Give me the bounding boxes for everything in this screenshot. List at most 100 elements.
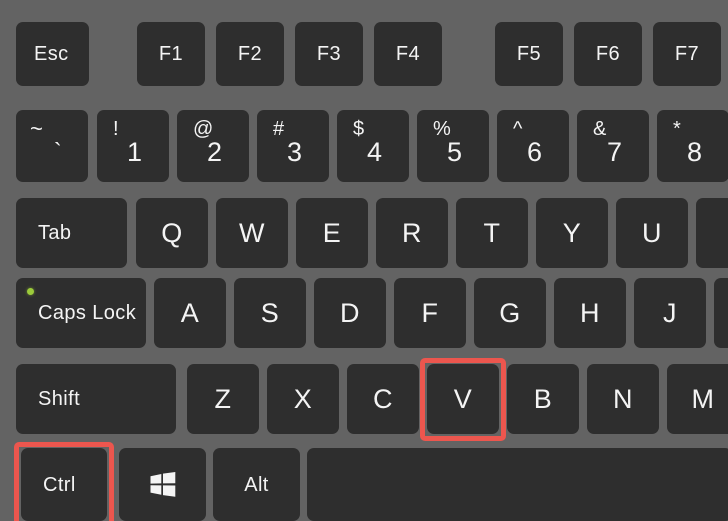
key-8-lower: 8: [687, 137, 703, 167]
key-f1-label: F1: [158, 43, 184, 65]
key-d-label: D: [340, 297, 360, 328]
key-alt[interactable]: Alt: [213, 448, 300, 521]
key-d[interactable]: D: [314, 278, 386, 348]
key-w[interactable]: W: [216, 198, 288, 268]
key-g-label: G: [499, 297, 521, 328]
key-6-upper: ^: [513, 118, 523, 140]
key-a-label: A: [180, 297, 200, 328]
key-z-label: Z: [214, 383, 232, 414]
key-backtick[interactable]: ~ `: [16, 110, 88, 182]
key-v[interactable]: V: [427, 364, 499, 434]
key-t-label: T: [483, 217, 501, 248]
key-n-label: N: [613, 383, 633, 414]
key-6-lower: 6: [527, 137, 543, 167]
key-c[interactable]: C: [347, 364, 419, 434]
key-r-label: R: [402, 217, 422, 248]
key-tab[interactable]: Tab: [16, 198, 127, 268]
key-b-label: B: [533, 383, 553, 414]
key-shift[interactable]: Shift: [16, 364, 176, 434]
key-j-label: J: [663, 297, 677, 328]
key-caps-lock-label: Caps Lock: [38, 302, 137, 324]
key-ctrl[interactable]: Ctrl: [21, 448, 107, 521]
key-6[interactable]: ^ 6: [497, 110, 569, 182]
key-h-label: H: [580, 297, 600, 328]
key-h[interactable]: H: [554, 278, 626, 348]
key-8[interactable]: * 8: [657, 110, 728, 182]
key-f7[interactable]: F7: [653, 22, 721, 86]
key-f2-label: F2: [237, 43, 263, 65]
key-3-lower: 3: [287, 137, 303, 167]
key-b[interactable]: B: [507, 364, 579, 434]
key-3[interactable]: # 3: [257, 110, 329, 182]
key-esc[interactable]: Esc: [16, 22, 89, 86]
key-w-label: W: [239, 217, 265, 248]
key-x-label: X: [293, 383, 313, 414]
key-x[interactable]: X: [267, 364, 339, 434]
key-s[interactable]: S: [234, 278, 306, 348]
key-2[interactable]: @ 2: [177, 110, 249, 182]
key-f4[interactable]: F4: [374, 22, 442, 86]
caps-lock-led-indicator: [27, 288, 34, 295]
key-v-label: V: [453, 383, 473, 414]
key-2-upper: @: [193, 118, 214, 140]
key-7[interactable]: & 7: [577, 110, 649, 182]
key-r[interactable]: R: [376, 198, 448, 268]
key-4-upper: $: [353, 118, 365, 140]
key-e[interactable]: E: [296, 198, 368, 268]
key-3-upper: #: [273, 118, 285, 140]
key-5-lower: 5: [447, 137, 463, 167]
key-y-label: Y: [562, 217, 582, 248]
key-5[interactable]: % 5: [417, 110, 489, 182]
key-tab-label: Tab: [38, 222, 72, 244]
key-ctrl-label: Ctrl: [43, 473, 76, 496]
key-u-label: U: [642, 217, 662, 248]
key-s-label: S: [260, 297, 280, 328]
key-7-lower: 7: [607, 137, 623, 167]
key-f6[interactable]: F6: [574, 22, 642, 86]
key-q-label: Q: [161, 217, 183, 248]
key-f[interactable]: F: [394, 278, 466, 348]
key-2-lower: 2: [207, 137, 223, 167]
key-y[interactable]: Y: [536, 198, 608, 268]
key-f7-label: F7: [674, 43, 700, 65]
key-f5[interactable]: F5: [495, 22, 563, 86]
key-backtick-upper: ~: [30, 116, 43, 141]
key-f-label: F: [421, 297, 439, 328]
key-f3-label: F3: [316, 43, 342, 65]
key-t[interactable]: T: [456, 198, 528, 268]
key-f1[interactable]: F1: [137, 22, 205, 86]
key-f6-label: F6: [595, 43, 621, 65]
key-c-label: C: [373, 383, 393, 414]
key-caps-lock[interactable]: Caps Lock: [16, 278, 146, 348]
keyboard-illustration: Esc F1 F2 F3 F4 F5 F6 F7 ~ ` ! 1 @ 2 # 3…: [0, 0, 728, 521]
key-alt-label: Alt: [244, 473, 269, 496]
key-m-label: M: [691, 383, 715, 414]
key-k[interactable]: K: [714, 278, 728, 348]
key-n[interactable]: N: [587, 364, 659, 434]
key-f3[interactable]: F3: [295, 22, 363, 86]
key-i[interactable]: I: [696, 198, 728, 268]
key-u[interactable]: U: [616, 198, 688, 268]
key-f5-label: F5: [516, 43, 542, 65]
key-5-upper: %: [433, 118, 451, 140]
key-7-upper: &: [593, 118, 607, 140]
key-e-label: E: [322, 217, 342, 248]
key-j[interactable]: J: [634, 278, 706, 348]
key-q[interactable]: Q: [136, 198, 208, 268]
key-1-upper: !: [113, 118, 119, 140]
key-esc-label: Esc: [34, 43, 69, 65]
key-g[interactable]: G: [474, 278, 546, 348]
key-4[interactable]: $ 4: [337, 110, 409, 182]
key-8-upper: *: [673, 118, 681, 140]
key-shift-label: Shift: [38, 388, 81, 410]
windows-logo-icon: [150, 472, 176, 497]
key-1-lower: 1: [127, 137, 143, 167]
key-windows[interactable]: [119, 448, 206, 521]
key-space[interactable]: [307, 448, 728, 521]
key-f4-label: F4: [395, 43, 421, 65]
key-z[interactable]: Z: [187, 364, 259, 434]
key-f2[interactable]: F2: [216, 22, 284, 86]
key-m[interactable]: M: [667, 364, 728, 434]
key-1[interactable]: ! 1: [97, 110, 169, 182]
key-a[interactable]: A: [154, 278, 226, 348]
